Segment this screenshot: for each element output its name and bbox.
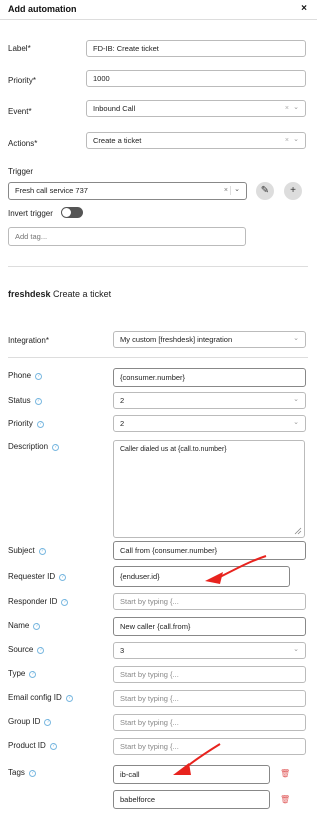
description-field-label: Description?: [8, 442, 60, 451]
toggle-knob: [62, 208, 71, 217]
section-divider: [8, 266, 308, 267]
tags-field-label: Tags?: [8, 768, 36, 777]
close-icon[interactable]: ×: [301, 3, 307, 14]
add-trigger-button[interactable]: +: [284, 182, 302, 200]
resize-handle-icon[interactable]: [294, 527, 302, 535]
status-field-label: Status?: [8, 396, 42, 405]
trigger-select[interactable]: Fresh call service 737 × ⌄: [8, 182, 247, 200]
info-icon[interactable]: ?: [29, 671, 37, 678]
label-field-label: Label*: [8, 44, 31, 53]
integration-select[interactable]: My custom [freshdesk] integration ⌄: [113, 331, 306, 348]
info-icon[interactable]: ?: [37, 647, 45, 654]
event-field-label: Event*: [8, 107, 32, 116]
info-icon[interactable]: ?: [65, 695, 73, 702]
clear-icon[interactable]: ×: [285, 101, 289, 116]
description-textarea[interactable]: Caller dialed us at {call.to.number}: [113, 440, 305, 538]
description-text: Caller dialed us at {call.to.number}: [120, 446, 227, 453]
plus-icon: +: [290, 185, 296, 196]
source-select[interactable]: 3 ⌄: [113, 642, 306, 659]
status-select-value: 2: [120, 396, 125, 405]
select-divider: [230, 186, 231, 195]
add-tag-input[interactable]: [8, 227, 246, 246]
info-icon[interactable]: ?: [38, 548, 46, 555]
chevron-down-icon[interactable]: ⌄: [234, 182, 240, 198]
info-icon[interactable]: ?: [36, 421, 44, 428]
product-id-field-label: Product ID?: [8, 741, 57, 750]
group-id-field-label: Group ID?: [8, 717, 52, 726]
info-icon[interactable]: ?: [28, 770, 36, 777]
group-id-input[interactable]: Start by typing {...: [113, 714, 306, 731]
email-config-id-input[interactable]: Start by typing {...: [113, 690, 306, 707]
section-title: freshdesk Create a ticket: [8, 289, 112, 299]
source-field-label: Source?: [8, 645, 45, 654]
trash-icon[interactable]: 🗑: [280, 795, 290, 804]
ticket-priority-select[interactable]: 2 ⌄: [113, 415, 306, 432]
actions-select[interactable]: Create a ticket × ⌄: [86, 132, 306, 149]
event-select-value: Inbound Call: [93, 104, 136, 113]
label-input[interactable]: FD-IB: Create ticket: [86, 40, 306, 57]
actions-field-label: Actions*: [8, 139, 38, 148]
tag-input-2[interactable]: babelforce: [113, 790, 270, 809]
name-field-label: Name?: [8, 621, 41, 630]
integration-field-label: Integration*: [8, 336, 49, 345]
status-select[interactable]: 2 ⌄: [113, 392, 306, 409]
edit-trigger-button[interactable]: ✎: [256, 182, 274, 200]
info-icon[interactable]: ?: [35, 373, 43, 380]
chevron-down-icon[interactable]: ⌄: [293, 100, 299, 115]
annotation-arrow-icon: [205, 555, 267, 584]
type-input[interactable]: Start by typing {...: [113, 666, 306, 683]
dialog-title: Add automation: [8, 4, 77, 14]
chevron-down-icon[interactable]: ⌄: [293, 642, 299, 657]
clear-icon[interactable]: ×: [224, 183, 228, 199]
event-select[interactable]: Inbound Call × ⌄: [86, 100, 306, 117]
invert-trigger-toggle[interactable]: [61, 207, 83, 218]
integration-divider: [8, 357, 308, 358]
pencil-icon: ✎: [260, 185, 270, 196]
info-icon[interactable]: ?: [49, 743, 57, 750]
requester-id-field-label: Requester ID?: [8, 572, 67, 581]
info-icon[interactable]: ?: [61, 599, 69, 606]
trash-icon[interactable]: 🗑: [280, 769, 290, 778]
clear-icon[interactable]: ×: [285, 133, 289, 148]
info-icon[interactable]: ?: [59, 574, 67, 581]
trigger-field-label: Trigger: [8, 167, 34, 176]
info-icon[interactable]: ?: [52, 444, 60, 451]
actions-select-value: Create a ticket: [93, 136, 142, 145]
annotation-arrow-icon: [173, 743, 221, 775]
responder-id-field-label: Responder ID?: [8, 597, 69, 606]
chevron-down-icon[interactable]: ⌄: [293, 415, 299, 430]
info-icon[interactable]: ?: [44, 719, 52, 726]
info-icon[interactable]: ?: [34, 398, 42, 405]
phone-input[interactable]: {consumer.number}: [113, 368, 306, 387]
phone-field-label: Phone?: [8, 371, 43, 380]
chevron-down-icon[interactable]: ⌄: [293, 331, 299, 346]
integration-select-value: My custom [freshdesk] integration: [120, 335, 233, 344]
chevron-down-icon[interactable]: ⌄: [293, 392, 299, 407]
type-field-label: Type?: [8, 669, 37, 678]
priority-field-label: Priority*: [8, 76, 37, 85]
subject-field-label: Subject?: [8, 546, 46, 555]
trigger-select-value: Fresh call service 737: [15, 186, 88, 195]
ticket-priority-select-value: 2: [120, 419, 125, 428]
responder-id-input[interactable]: Start by typing {...: [113, 593, 306, 610]
email-config-id-field-label: Email config ID?: [8, 693, 73, 702]
invert-trigger-label: Invert trigger: [8, 209, 53, 218]
info-icon[interactable]: ?: [33, 623, 41, 630]
brand-name: freshdesk: [8, 289, 51, 299]
priority-input[interactable]: 1000: [86, 70, 306, 87]
name-input[interactable]: New caller {call.from}: [113, 617, 306, 636]
dialog-header: Add automation ×: [0, 0, 317, 20]
chevron-down-icon[interactable]: ⌄: [293, 132, 299, 147]
source-select-value: 3: [120, 646, 125, 655]
ticket-priority-field-label: Priority?: [8, 419, 44, 428]
